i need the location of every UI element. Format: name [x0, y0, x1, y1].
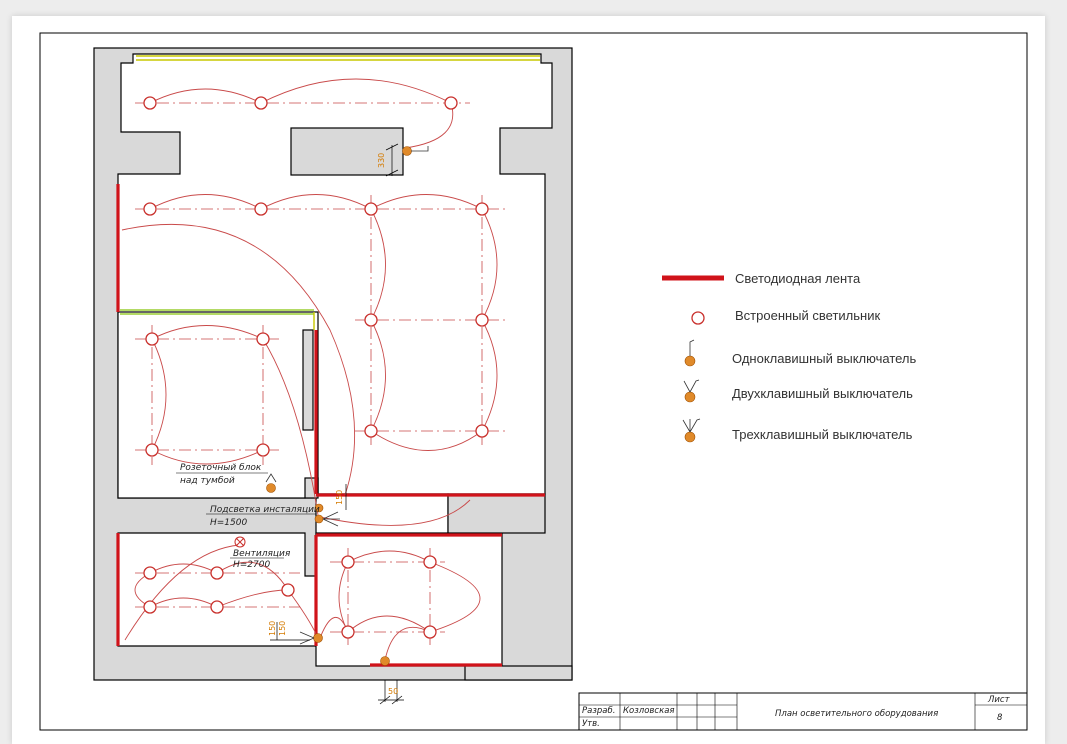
recessed-light: [364, 202, 378, 216]
bathroom-right: [315, 532, 503, 667]
recessed-light: [145, 332, 159, 346]
recessed-light: [475, 313, 489, 327]
recessed-light: [364, 313, 378, 327]
drawing-title: План осветительного оборудования: [775, 709, 938, 719]
vent-note: Н=2700: [233, 560, 270, 570]
developer-name: Козловская: [623, 706, 675, 716]
socket-note: Розеточный блок: [180, 463, 262, 473]
switch-triple-icon: [314, 514, 324, 524]
partition: [302, 329, 314, 431]
dim-330: 330: [377, 153, 386, 168]
wall-chunk: [447, 493, 546, 534]
recessed-light: [143, 202, 157, 216]
recessed-light: [423, 625, 437, 639]
install-note: Н=1500: [210, 518, 247, 528]
legend: Светодиодная лента Встроенный светильник…: [662, 271, 917, 443]
recessed-light: [143, 600, 157, 614]
recessed-light: [364, 424, 378, 438]
floor-plan: 330 150 150 150 50 Розеточный блок над т…: [39, 32, 1028, 731]
dim-50: 50: [388, 687, 398, 696]
recessed-light: [423, 555, 437, 569]
recessed-light: [475, 424, 489, 438]
switch-single-icon: [402, 146, 412, 156]
legend-switch-triple-icon: [684, 431, 696, 443]
dim-150: 150: [335, 490, 344, 505]
approved-label: Утв.: [582, 719, 600, 729]
legend-switch-single-label: Одноклавишный выключатель: [732, 351, 917, 366]
socket-icon: [266, 483, 276, 493]
recessed-light: [254, 96, 268, 110]
recessed-light: [341, 625, 355, 639]
dim-150: 150: [268, 621, 277, 636]
legend-led-label: Светодиодная лента: [735, 271, 861, 286]
title-block: Разраб. Козловская Утв. План осветительн…: [578, 692, 1028, 731]
install-note: Подсветка инсталяции: [210, 505, 320, 515]
recessed-light: [254, 202, 268, 216]
switch-double-icon: [313, 633, 323, 643]
recessed-light: [444, 96, 458, 110]
recessed-light: [143, 566, 157, 580]
developed-label: Разраб.: [582, 706, 615, 716]
sheet-number: 8: [997, 713, 1003, 723]
vent-note: Вентиляция: [233, 549, 291, 559]
legend-light-label: Встроенный светильник: [735, 308, 880, 323]
wall-block: [290, 127, 404, 176]
legend-switch-double-icon: [684, 391, 696, 403]
recessed-light: [475, 202, 489, 216]
recessed-light: [210, 600, 224, 614]
recessed-light: [145, 443, 159, 457]
recessed-light: [281, 583, 295, 597]
switch-single-icon: [380, 656, 390, 666]
legend-switch-single-icon: [684, 355, 696, 367]
legend-switch-triple-label: Трехклавишный выключатель: [732, 427, 913, 442]
wall-bottom: [464, 665, 573, 681]
recessed-light: [256, 443, 270, 457]
recessed-light: [143, 96, 157, 110]
drawing-sheet: 330 150 150 150 50 Розеточный блок над т…: [12, 16, 1045, 744]
recessed-light: [256, 332, 270, 346]
recessed-light: [341, 555, 355, 569]
recessed-light: [210, 566, 224, 580]
sheet-label: Лист: [987, 695, 1011, 705]
legend-light-icon: [691, 311, 705, 325]
socket-note: над тумбой: [180, 476, 235, 486]
dim-150: 150: [278, 621, 287, 636]
legend-switch-double-label: Двухклавишный выключатель: [732, 386, 913, 401]
vent-icon: [234, 536, 246, 548]
